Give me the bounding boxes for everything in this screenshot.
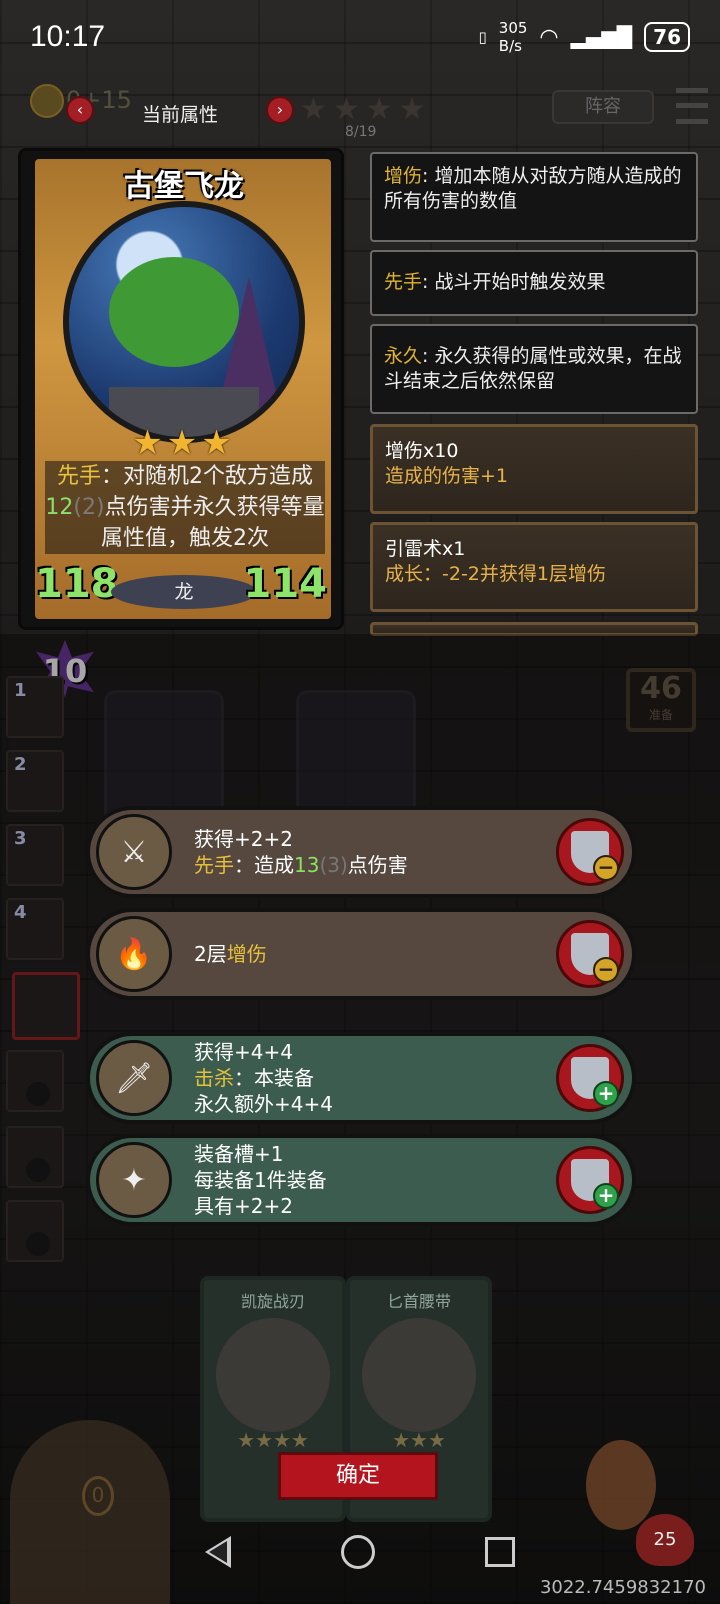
- attack-value: 118: [35, 561, 119, 607]
- option-triumph-blade[interactable]: 🗡 获得+4+4 击杀：本装备 永久额外+4+4 +: [86, 1032, 636, 1124]
- tab-title: 当前属性: [142, 104, 219, 126]
- progress-text: 8/19: [345, 124, 377, 140]
- clock: 10:17: [30, 20, 106, 53]
- back-icon[interactable]: [205, 1536, 231, 1568]
- next-tab-button[interactable]: ›: [266, 96, 294, 124]
- star-rating-icon: ★★★★: [300, 92, 432, 127]
- team-button[interactable]: 阵容: [552, 90, 654, 124]
- remove-option-button[interactable]: −: [556, 818, 624, 886]
- status-icons: ▯ 305 B/s ◠ ▂▄▆█ 76: [479, 19, 690, 55]
- coordinate-readout: 3022.7459832170: [539, 1577, 706, 1598]
- recent-apps-icon[interactable]: [485, 1537, 515, 1567]
- home-icon[interactable]: [341, 1535, 375, 1569]
- minion-card: 古堡飞龙 ★★★ 先手：对随机2个敌方造成12(2)点伤害并永久获得等量属性值，…: [18, 148, 344, 630]
- dragon-graphic: [109, 257, 239, 367]
- fire-hand-icon: 🔥: [96, 916, 172, 992]
- health-value: 114: [243, 561, 328, 607]
- whip-icon: ⚔: [96, 814, 172, 890]
- card-description: 先手：对随机2个敌方造成12(2)点伤害并永久获得等量属性值，触发2次: [45, 461, 325, 554]
- option-text: 获得+4+4 击杀：本装备 永久额外+4+4: [194, 1040, 333, 1116]
- flaming-sword-icon: 🗡: [96, 1040, 172, 1116]
- wifi-icon: ◠: [539, 24, 559, 50]
- card-stars: ★★★: [132, 423, 236, 463]
- shield-minus-icon: −: [571, 831, 619, 881]
- keyword-panel-permanent: 永久: 永久获得的属性或效果，在战斗结束之后依然保留: [370, 324, 698, 414]
- prev-tab-button[interactable]: ‹: [66, 96, 94, 124]
- confirm-button[interactable]: 确定: [278, 1452, 438, 1500]
- shield-minus-icon: −: [571, 933, 619, 983]
- battery-indicator: 76: [644, 22, 690, 52]
- net-speed: 305 B/s: [498, 19, 528, 55]
- option-damage-boost[interactable]: 🔥 2层增伤 −: [86, 908, 636, 1000]
- remove-option-button[interactable]: −: [556, 920, 624, 988]
- add-option-button[interactable]: +: [556, 1044, 624, 1112]
- option-first-strike-damage[interactable]: ⚔ 获得+2+2 先手：造成13(3)点伤害 −: [86, 806, 636, 898]
- shield-plus-icon: +: [571, 1057, 619, 1107]
- option-text: 装备槽+1 每装备1件装备 具有+2+2: [194, 1142, 327, 1218]
- dagger-belt-icon: ✦: [96, 1142, 172, 1218]
- keyword-panel-damage-boost: 增伤: 增加本随从对敌方随从造成的所有伤害的数值: [370, 152, 698, 242]
- dragon-portrait: [63, 201, 305, 443]
- equipment-panel-damage-boost: 增伤x10 造成的伤害+1: [370, 424, 698, 514]
- menu-icon[interactable]: [676, 88, 708, 124]
- status-bar: 10:17 ▯ 305 B/s ◠ ▂▄▆█ 76: [0, 0, 720, 74]
- option-text: 获得+2+2 先手：造成13(3)点伤害: [194, 827, 408, 877]
- reward-stars: ★★★★: [237, 1428, 309, 1452]
- reward-stars: ★★★: [392, 1428, 446, 1452]
- keyword-panel-first-strike: 先手: 战斗开始时触发效果: [370, 250, 698, 316]
- card-name: 古堡飞龙: [124, 169, 244, 204]
- equipment-panel-lightning: 引雷术x1 成长：-2-2并获得1层增伤: [370, 522, 698, 612]
- signal-icon: ▂▄▆█: [570, 25, 633, 49]
- blade-art: [216, 1318, 330, 1432]
- tribe-label: 龙: [111, 575, 257, 609]
- add-option-button[interactable]: +: [556, 1146, 624, 1214]
- option-dagger-belt[interactable]: ✦ 装备槽+1 每装备1件装备 具有+2+2 +: [86, 1134, 636, 1226]
- option-text: 2层增伤: [194, 942, 267, 966]
- vibrate-icon: ▯: [478, 28, 487, 46]
- shield-plus-icon: +: [571, 1159, 619, 1209]
- belt-art: [362, 1318, 476, 1432]
